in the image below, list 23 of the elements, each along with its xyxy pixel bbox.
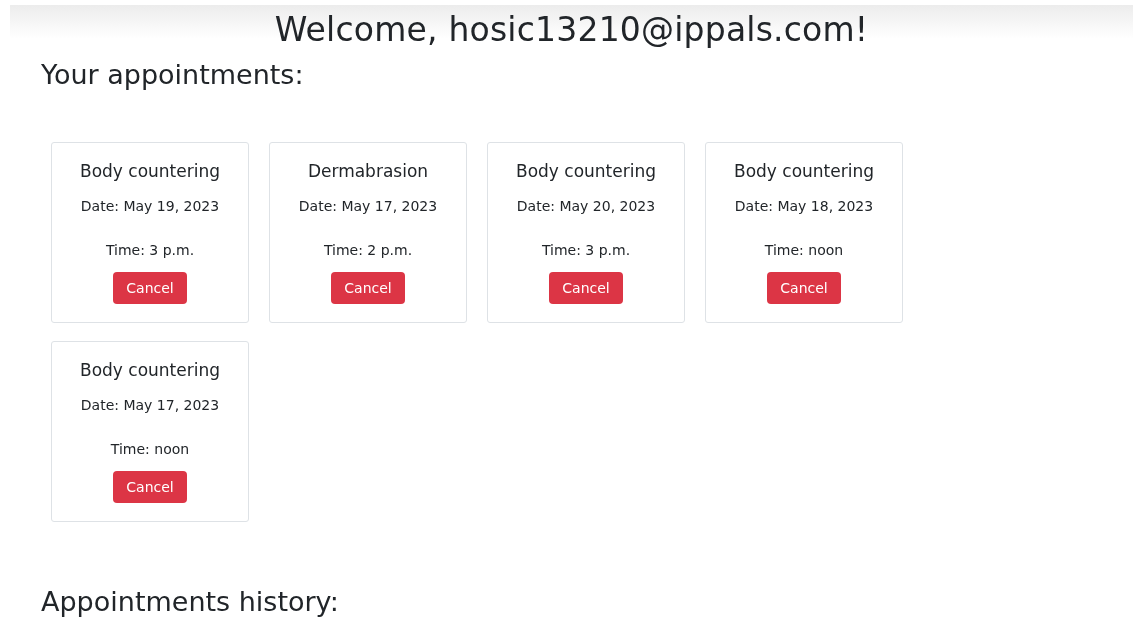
section-heading: Appointments history: (41, 586, 340, 617)
section-heading: Your appointments: (41, 59, 305, 90)
appointment-time: Time: 2 p.m. (323, 242, 413, 258)
appointment-time: Time: noon (764, 242, 844, 258)
appointment-date: Date: May 20, 2023 (516, 198, 656, 214)
cancel-button[interactable]: Cancel (331, 272, 405, 304)
service-name: Dermabrasion (307, 161, 429, 181)
service-name: Body countering (734, 161, 874, 181)
appointment-date: Date: May 17, 2023 (80, 397, 220, 413)
appointment-time: Time: 3 p.m. (541, 242, 631, 258)
appointment-date: Date: May 17, 2023 (298, 198, 438, 214)
appointment-date: Date: May 18, 2023 (734, 198, 874, 214)
cancel-button[interactable]: Cancel (767, 272, 841, 304)
appointment-time: Time: 3 p.m. (105, 242, 195, 258)
service-name: Body countering (80, 161, 220, 181)
appointment-date: Date: May 19, 2023 (80, 198, 220, 214)
cancel-button[interactable]: Cancel (113, 272, 187, 304)
service-name: Body countering (80, 360, 220, 380)
welcome-title: Welcome, hosic13210@ippals.com! (274, 9, 869, 49)
service-name: Body countering (516, 161, 656, 181)
cancel-button[interactable]: Cancel (549, 272, 623, 304)
cancel-button[interactable]: Cancel (113, 471, 187, 503)
appointment-time: Time: noon (110, 441, 190, 457)
